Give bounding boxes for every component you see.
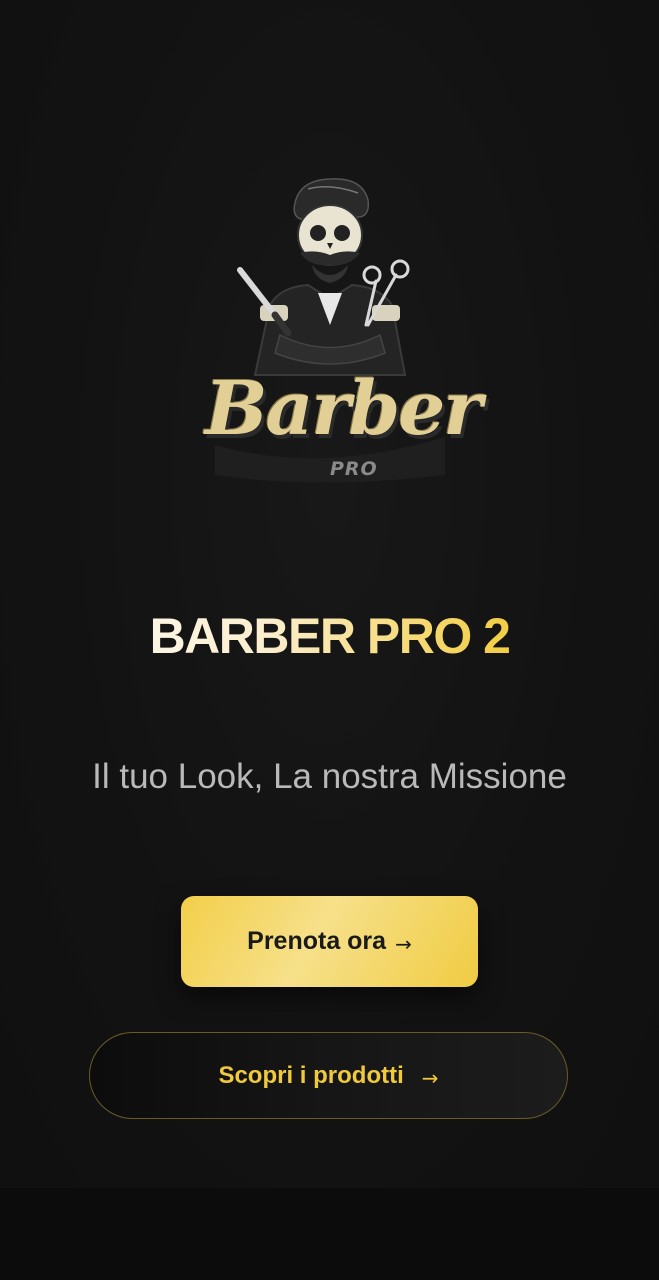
book-now-button[interactable]: Prenota ora →	[181, 896, 478, 987]
arrow-right-icon: →	[395, 931, 412, 956]
discover-products-label: Scopri i prodotti	[218, 1061, 404, 1089]
book-now-label: Prenota ora	[247, 927, 387, 955]
logo-wordmark: Barber	[205, 366, 482, 452]
bottom-strip	[0, 1188, 659, 1280]
page-title: BARBER PRO 2	[0, 608, 659, 664]
logo-subtext: PRO	[330, 458, 378, 480]
scissors-shape	[362, 265, 382, 285]
tagline: Il tuo Look, La nostra Missione	[92, 757, 567, 796]
discover-products-button[interactable]: Scopri i prodotti →	[89, 1032, 568, 1119]
arrow-right-icon: →	[421, 1065, 439, 1090]
home-screen: Barber PRO BARBER PRO 2 Il tuo Look, La …	[0, 0, 659, 1188]
razor-shape	[237, 267, 278, 318]
